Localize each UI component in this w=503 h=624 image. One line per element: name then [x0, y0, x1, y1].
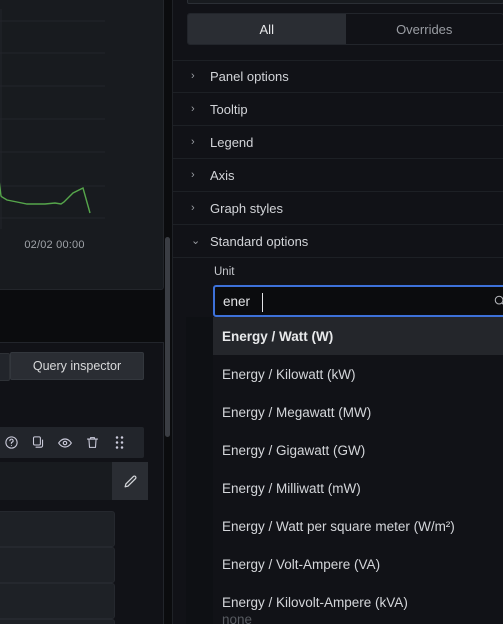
section-tooltip[interactable]: › Tooltip	[173, 93, 503, 126]
dropdown-left-gutter	[186, 317, 213, 624]
section-label: Graph styles	[210, 200, 283, 216]
obscured-option-below: none	[213, 612, 503, 624]
query-row-placeholder[interactable]	[0, 619, 115, 624]
search-icon	[485, 294, 503, 308]
chevron-right-icon: ›	[191, 135, 195, 148]
chart-svg	[0, 9, 105, 229]
section-label: Axis	[210, 167, 235, 183]
unit-search-input[interactable]	[215, 293, 485, 309]
query-row-placeholder[interactable]	[0, 547, 115, 583]
dropdown-option[interactable]: Energy / Watt (W)	[213, 317, 503, 355]
query-row-placeholder[interactable]	[0, 511, 115, 547]
section-label: Standard options	[210, 233, 309, 249]
chevron-right-icon: ›	[191, 70, 195, 82]
tab-all[interactable]: All	[188, 14, 346, 44]
unit-input-wrapper[interactable]	[213, 285, 503, 317]
query-row-placeholder[interactable]	[0, 583, 115, 619]
query-row-toolbar	[0, 427, 144, 458]
section-legend[interactable]: › Legend	[173, 126, 503, 159]
chevron-right-icon: ›	[191, 168, 195, 181]
tab-overrides[interactable]: Overrides	[346, 14, 503, 44]
chevron-down-icon: ⌄	[191, 234, 201, 247]
dropdown-option[interactable]: Energy / Milliwatt (mW)	[213, 469, 503, 507]
eye-icon[interactable]	[56, 434, 74, 452]
options-scrollbar[interactable]	[165, 237, 170, 437]
unit-dropdown-list: Energy / Watt (W) Energy / Kilowatt (kW)…	[213, 317, 503, 619]
copy-icon[interactable]	[29, 434, 47, 452]
options-tab-bar: All Overrides	[187, 13, 503, 45]
section-panel-options[interactable]: › Panel options	[173, 60, 503, 93]
help-icon[interactable]	[2, 434, 20, 452]
trash-icon[interactable]	[83, 434, 101, 452]
query-pane: Query inspector	[0, 342, 164, 624]
time-series-chart[interactable]: 02/02 00:00	[0, 1, 164, 251]
dropdown-option[interactable]: Energy / Gigawatt (GW)	[213, 431, 503, 469]
chevron-right-icon: ›	[191, 102, 195, 115]
section-label: Panel options	[210, 69, 289, 84]
query-inspector-button[interactable]: Query inspector	[10, 352, 144, 380]
section-standard-options[interactable]: ⌄ Standard options	[173, 225, 503, 258]
chevron-right-icon: ›	[191, 201, 195, 214]
dropdown-option[interactable]: Energy / Volt-Ampere (VA)	[213, 545, 503, 583]
visualization-panel: 02/02 00:00	[0, 0, 164, 290]
options-search-field[interactable]	[187, 0, 503, 4]
query-inspector-row: Query inspector	[0, 351, 164, 385]
unit-field-label: Unit	[214, 266, 235, 278]
pencil-icon[interactable]	[112, 462, 148, 500]
query-edit-row	[0, 462, 164, 500]
section-label: Tooltip	[210, 101, 248, 117]
chart-series-line	[0, 182, 91, 214]
dropdown-option[interactable]: Energy / Watt per square meter (W/m²)	[213, 507, 503, 545]
panel-editor-screen: 02/02 00:00 Query inspector All Override…	[0, 0, 503, 624]
drag-handle-icon[interactable]	[110, 434, 128, 452]
unit-field-block: Unit	[186, 266, 503, 317]
chart-gridlines	[0, 9, 105, 229]
section-label: Legend	[210, 134, 254, 150]
dropdown-option[interactable]: Energy / Megawatt (MW)	[213, 393, 503, 431]
section-graph-styles[interactable]: › Graph styles	[173, 192, 503, 225]
query-toolbar-stub[interactable]	[0, 353, 10, 381]
section-axis[interactable]: › Axis	[173, 159, 503, 192]
options-section-list: › Panel options › Tooltip › Legend › Axi…	[173, 60, 503, 258]
dropdown-option[interactable]: Energy / Kilowatt (kW)	[213, 355, 503, 393]
chart-x-axis-label: 02/02 00:00	[24, 239, 85, 251]
text-cursor	[262, 293, 263, 312]
left-column: 02/02 00:00 Query inspector	[0, 0, 164, 624]
